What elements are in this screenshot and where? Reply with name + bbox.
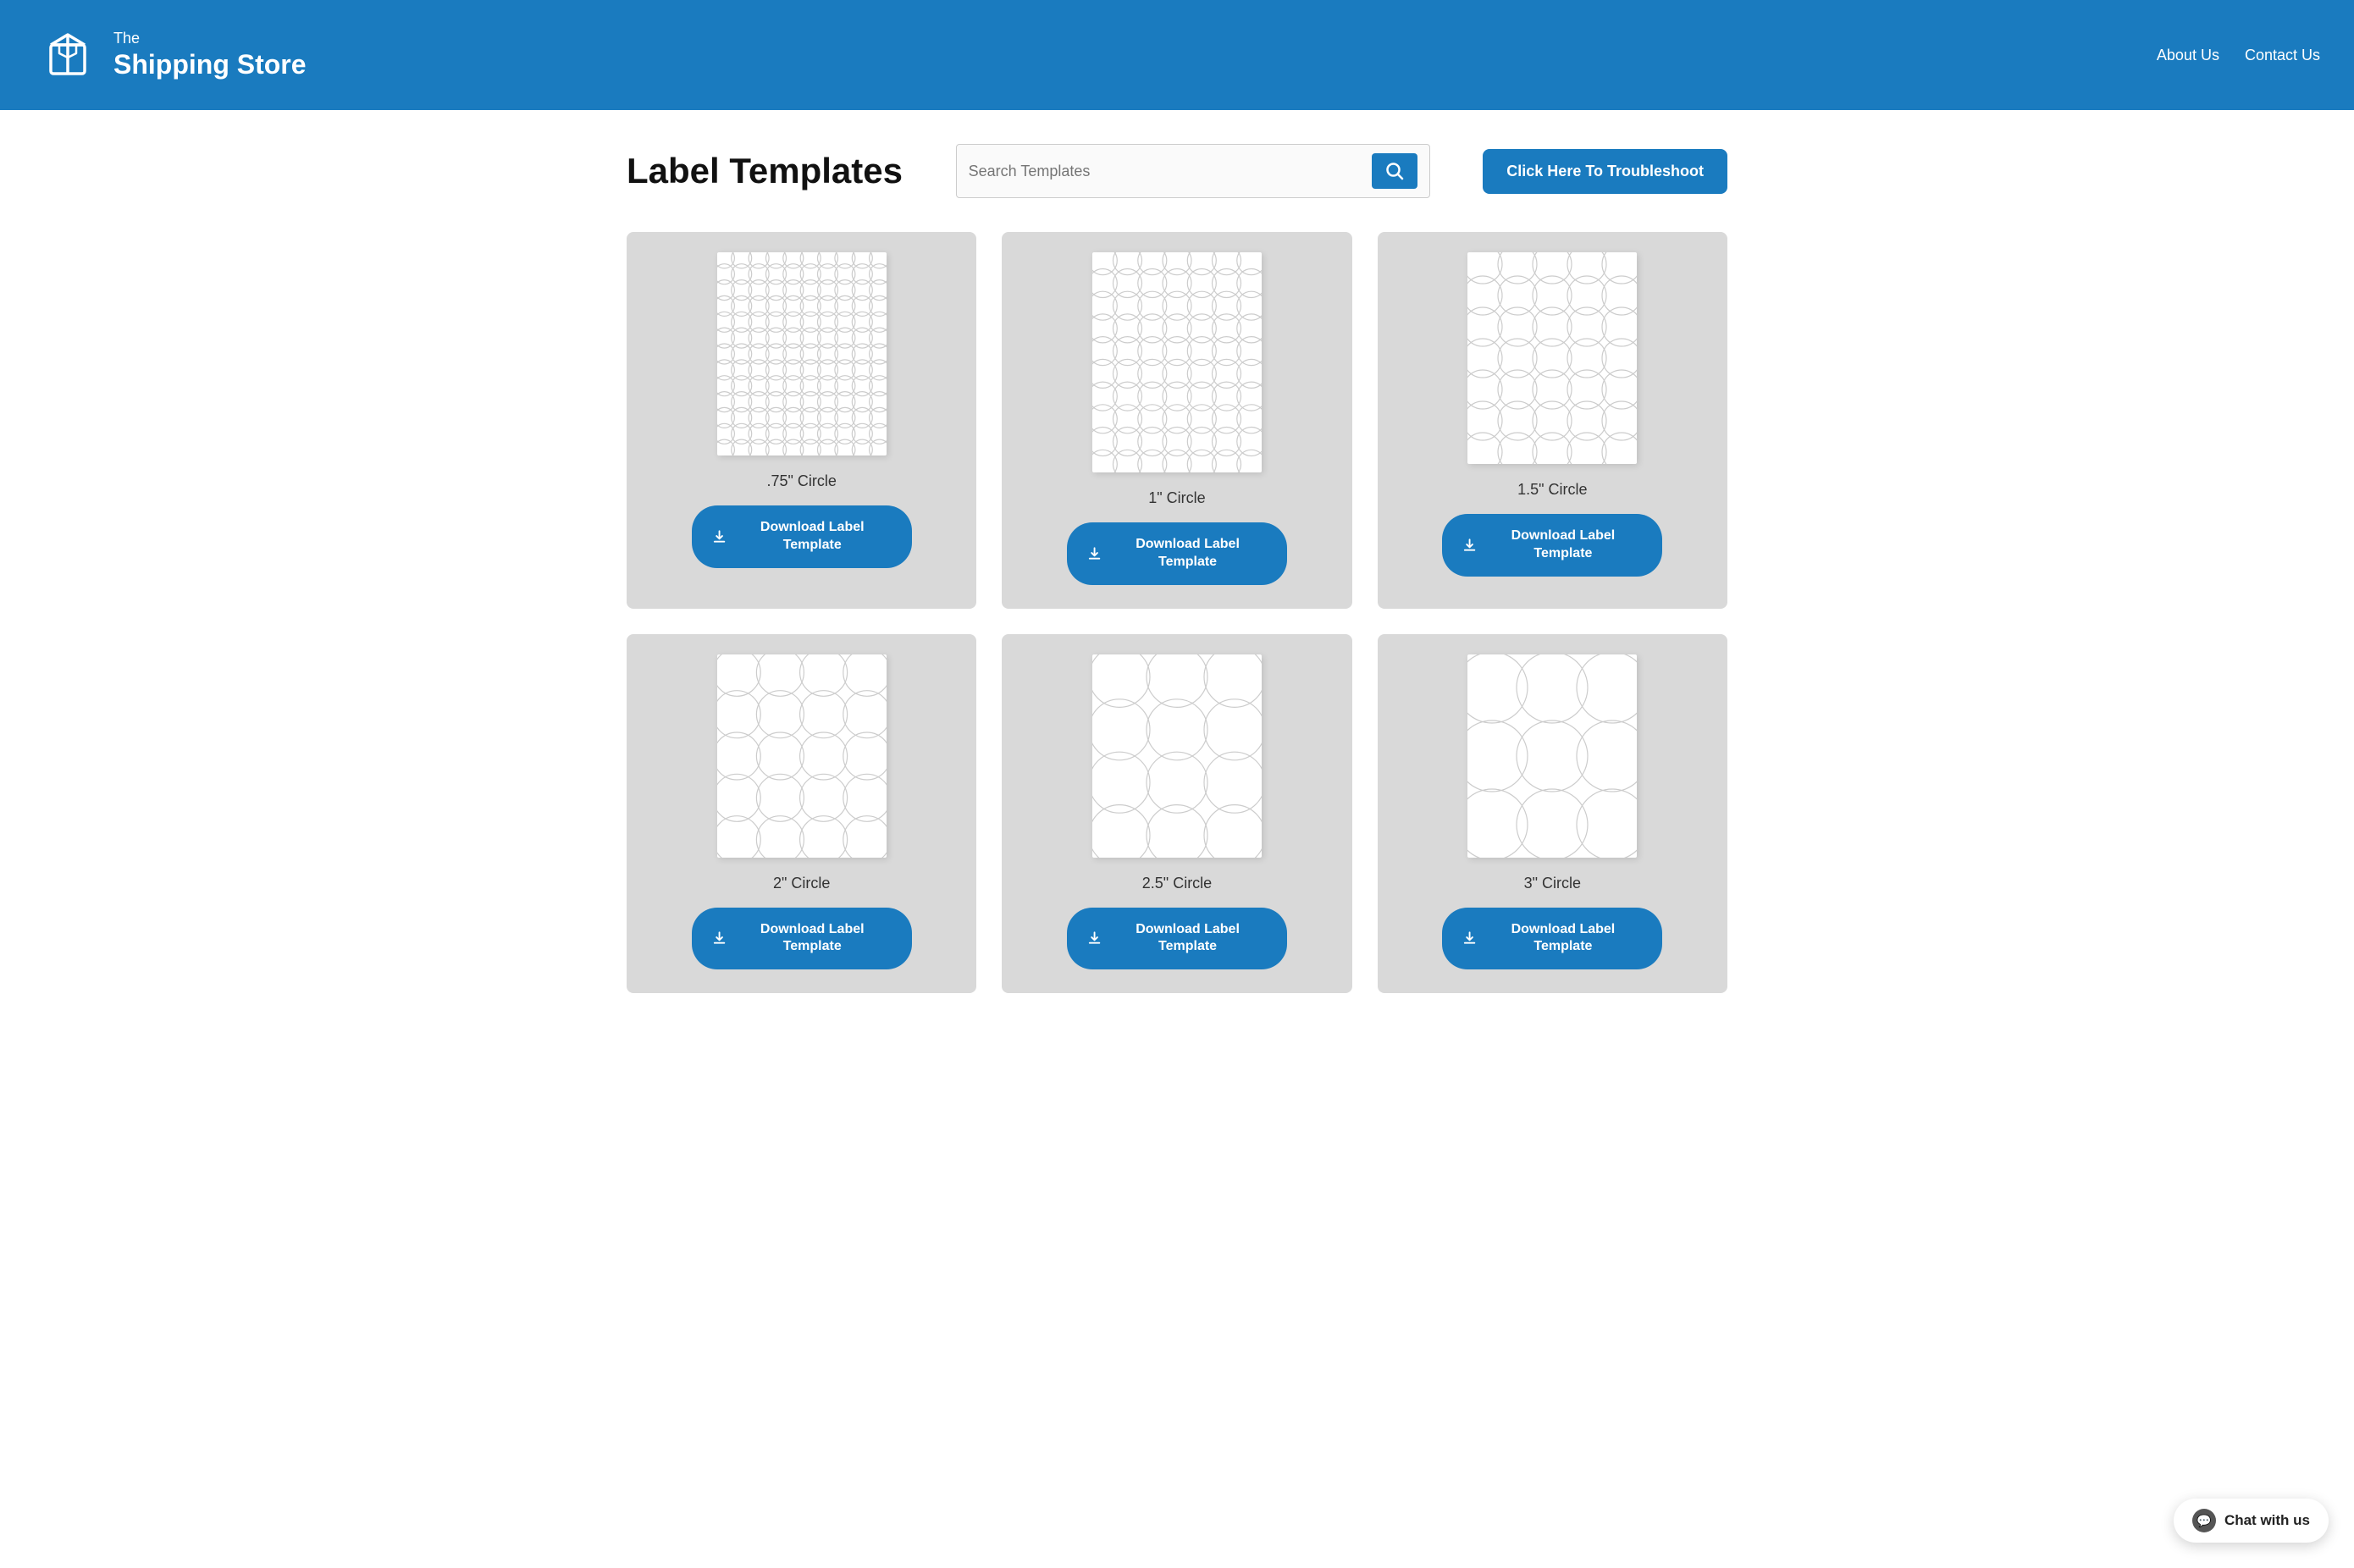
search-button[interactable] [1372, 153, 1417, 189]
template-grid: .75" Circle Download Label Template 1" C… [627, 232, 1727, 993]
download-icon [1087, 930, 1102, 946]
template-name: 2" Circle [773, 875, 830, 892]
template-name: .75" Circle [766, 472, 836, 490]
logo-text: The Shipping Store [113, 30, 307, 80]
label-preview [1467, 654, 1637, 858]
top-bar: Label Templates Click Here To Troublesho… [627, 144, 1727, 198]
circle-grid-svg [1092, 654, 1262, 858]
template-card: 2" Circle Download Label Template [627, 634, 976, 994]
main-content: Label Templates Click Here To Troublesho… [584, 110, 1770, 1044]
logo-area: The Shipping Store [34, 21, 307, 89]
download-button[interactable]: Download Label Template [1067, 522, 1287, 585]
download-icon [712, 529, 727, 544]
label-preview [717, 252, 887, 455]
circle-grid-svg [1467, 654, 1637, 858]
nav: About Us Contact Us [2157, 47, 2320, 64]
template-name: 1.5" Circle [1517, 481, 1587, 499]
template-card: .75" Circle Download Label Template [627, 232, 976, 609]
logo-icon [34, 21, 102, 89]
circle-grid-svg [717, 654, 887, 858]
chat-widget[interactable]: 💬 Chat with us [2174, 1499, 2329, 1543]
template-name: 3" Circle [1524, 875, 1581, 892]
download-icon [1462, 538, 1477, 553]
download-icon [1087, 546, 1102, 561]
troubleshoot-button[interactable]: Click Here To Troubleshoot [1483, 149, 1727, 194]
template-name: 1" Circle [1148, 489, 1205, 507]
label-preview [1092, 252, 1262, 472]
chat-label: Chat with us [2224, 1512, 2310, 1529]
search-wrapper [956, 144, 1430, 198]
search-icon [1385, 162, 1404, 180]
download-button[interactable]: Download Label Template [692, 505, 912, 568]
template-card: 3" Circle Download Label Template [1378, 634, 1727, 994]
download-button[interactable]: Download Label Template [1442, 908, 1662, 970]
download-icon [1462, 930, 1477, 946]
page-title: Label Templates [627, 151, 903, 191]
download-button[interactable]: Download Label Template [692, 908, 912, 970]
about-us-link[interactable]: About Us [2157, 47, 2219, 64]
search-area [956, 144, 1430, 198]
template-card: 1" Circle Download Label Template [1002, 232, 1351, 609]
circle-grid-svg [1467, 252, 1637, 464]
label-preview [1092, 654, 1262, 858]
label-preview [1467, 252, 1637, 464]
contact-us-link[interactable]: Contact Us [2245, 47, 2320, 64]
download-icon [712, 930, 727, 946]
template-name: 2.5" Circle [1142, 875, 1212, 892]
label-preview [717, 654, 887, 858]
template-card: 2.5" Circle Download Label Template [1002, 634, 1351, 994]
download-button[interactable]: Download Label Template [1442, 514, 1662, 577]
search-input[interactable] [969, 163, 1372, 180]
template-card: 1.5" Circle Download Label Template [1378, 232, 1727, 609]
chat-icon: 💬 [2192, 1509, 2216, 1532]
circle-grid-svg [1092, 252, 1262, 472]
site-header: The Shipping Store About Us Contact Us [0, 0, 2354, 110]
download-button[interactable]: Download Label Template [1067, 908, 1287, 970]
circle-grid-svg [717, 252, 887, 455]
